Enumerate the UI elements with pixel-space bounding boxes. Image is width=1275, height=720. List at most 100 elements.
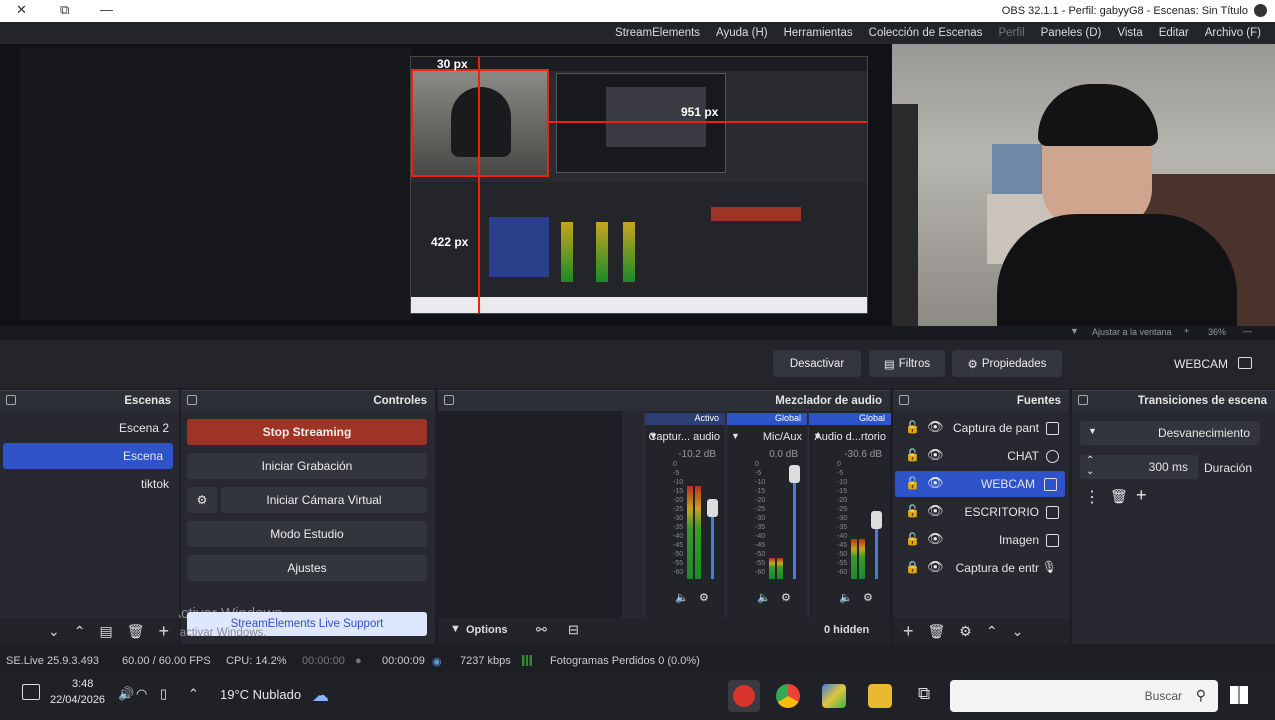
source-item[interactable]: 🔓 👁 ESCRITORIO [893,499,1069,525]
undock-icon[interactable] [6,395,16,405]
clock-date[interactable]: 22/04/2026 [50,694,105,706]
eye-icon[interactable]: 👁 [927,475,944,491]
source-item-selected[interactable]: 🔓 👁 WEBCAM [895,471,1065,497]
channel-settings-icon[interactable]: ⚙ [781,591,791,604]
zoom-out-button[interactable]: — [1243,326,1252,336]
lock-icon[interactable]: 🔓 [905,476,920,490]
more-options-icon[interactable]: ⋮ [1084,487,1100,507]
menu-herramientas[interactable]: Herramientas [784,27,853,39]
eye-icon[interactable]: 👁 [927,419,944,435]
source-item[interactable]: 🔓 👁 CHAT [893,443,1069,469]
tray-chevron-up-icon[interactable]: ⌃ [188,686,199,702]
start-recording-button[interactable]: Iniciar Grabación [187,453,427,479]
battery-icon[interactable]: ▯ [160,686,167,702]
chrome-icon[interactable] [776,684,800,708]
scene-filter-icon[interactable]: ▤ [99,623,112,640]
link-icon[interactable]: ⚯ [536,622,547,638]
eye-icon[interactable]: 👁 [927,559,944,575]
scene-item[interactable]: Escena 2 [0,415,179,441]
source-item[interactable]: 🔓 👁 Imagen [893,527,1069,553]
minimize-window-button[interactable]: — [100,2,113,17]
eye-icon[interactable]: 👁 [927,503,944,519]
menu-paneles[interactable]: Paneles (D) [1041,27,1102,39]
add-scene-button[interactable]: + [158,621,169,642]
options-button[interactable]: Options [466,624,508,636]
undock-icon[interactable] [444,395,454,405]
menu-perfil[interactable]: Perfil [998,27,1024,39]
lock-icon[interactable]: 🔓 [905,448,920,462]
clock-time[interactable]: 3:48 [72,678,93,690]
options-chevron-down-icon[interactable]: ▼ [450,623,461,635]
source-settings-icon[interactable]: ⚙ [959,623,972,640]
volume-fader-knob[interactable] [789,465,800,483]
windows-start-icon[interactable] [1230,686,1248,704]
lock-closed-icon[interactable]: 🔒 [905,560,920,574]
scene-item-selected[interactable]: Escena [3,443,173,469]
layout-icon[interactable]: ⊟ [568,622,579,638]
channel-settings-icon[interactable]: ⚙ [699,591,709,604]
lock-icon[interactable]: 🔓 [905,532,920,546]
properties-button[interactable]: ⚙ Propiedades [952,350,1062,377]
volume-speaker-icon[interactable]: 🔈 [675,591,689,604]
task-view-icon[interactable]: ⧉ [918,684,930,704]
spin-up-icon[interactable]: ⌃ [1086,455,1094,466]
eye-icon[interactable]: 👁 [927,531,944,547]
move-up-icon[interactable]: ⌃ [74,623,86,640]
add-transition-button[interactable]: + [1136,485,1147,506]
undock-icon[interactable] [187,395,197,405]
wifi-icon[interactable]: ◠ [136,686,147,702]
menu-coleccion-escenas[interactable]: Colección de Escenas [869,27,983,39]
studio-mode-button[interactable]: Modo Estudio [187,521,427,547]
lock-icon[interactable]: 🔓 [905,420,920,434]
add-source-button[interactable]: + [903,621,914,642]
remove-scene-icon[interactable]: 🗑 [127,623,145,640]
move-up-icon[interactable]: ⌃ [986,623,998,640]
virtual-camera-button[interactable]: Iniciar Cámara Virtual [221,487,427,513]
move-down-icon[interactable]: ⌄ [1012,623,1024,640]
duration-spinbox[interactable]: 300 ms ⌃ ⌄ [1080,455,1198,479]
maximize-window-button[interactable]: ⧉ [60,2,69,18]
menu-vista[interactable]: Vista [1117,27,1142,39]
obs-taskbar-icon[interactable] [728,680,760,712]
file-explorer-icon[interactable] [868,684,892,708]
remove-source-icon[interactable]: 🗑 [928,623,946,640]
lock-icon[interactable]: 🔓 [905,504,920,518]
undock-icon[interactable] [899,395,909,405]
volume-fader-knob[interactable] [707,499,718,517]
spin-down-icon[interactable]: ⌄ [1086,466,1094,477]
stop-streaming-button[interactable]: Stop Streaming [187,419,427,445]
menu-editar[interactable]: Editar [1159,27,1189,39]
volume-fader-knob[interactable] [871,511,882,529]
source-item[interactable]: 🔓 👁 Captura de pant [893,415,1069,441]
volume-fader-track[interactable] [793,474,796,579]
channel-menu-chevron-down-icon[interactable]: ▼ [731,431,740,441]
source-item[interactable]: 🔒 👁 Captura de entr 🎙 [893,555,1069,581]
fit-chevron-down-icon[interactable]: ▼ [1070,326,1079,336]
close-window-button[interactable]: ✕ [16,2,27,18]
notifications-icon[interactable] [22,684,40,700]
undock-icon[interactable] [1078,395,1088,405]
volume-speaker-icon[interactable]: 🔈 [839,591,853,604]
settings-button[interactable]: Ajustes [187,555,427,581]
trash-icon[interactable]: 🗑 [1110,488,1128,505]
preview-canvas[interactable]: 30 px 951 px 422 px [0,44,1275,326]
transition-select[interactable]: Desvanecimiento ▼ [1080,421,1260,445]
winrar-icon[interactable] [822,684,846,708]
scene-item[interactable]: tiktok [0,471,179,497]
desktop-capture-source[interactable]: 30 px 951 px 422 px [410,56,868,314]
menu-archivo[interactable]: Archivo (F) [1205,27,1261,39]
filters-button[interactable]: ▤ Filtros [869,350,945,377]
deactivate-button[interactable]: Desactivar [773,350,861,377]
zoom-in-button[interactable]: + [1184,326,1189,336]
move-down-icon[interactable]: ⌄ [48,623,60,640]
channel-settings-icon[interactable]: ⚙ [863,591,873,604]
menu-ayuda[interactable]: Ayuda (H) [716,27,768,39]
eye-icon[interactable]: 👁 [927,447,944,463]
volume-icon[interactable]: 🔊 [118,686,134,702]
menu-streamelements[interactable]: StreamElements [615,27,700,39]
taskbar-search[interactable]: ⚲ Buscar [950,680,1218,712]
fit-window-dropdown[interactable]: Ajustar a la ventana [1092,327,1172,337]
volume-fader-track[interactable] [711,508,714,579]
volume-speaker-icon[interactable]: 🔈 [757,591,771,604]
virtual-camera-gear-icon[interactable]: ⚙ [187,487,217,513]
